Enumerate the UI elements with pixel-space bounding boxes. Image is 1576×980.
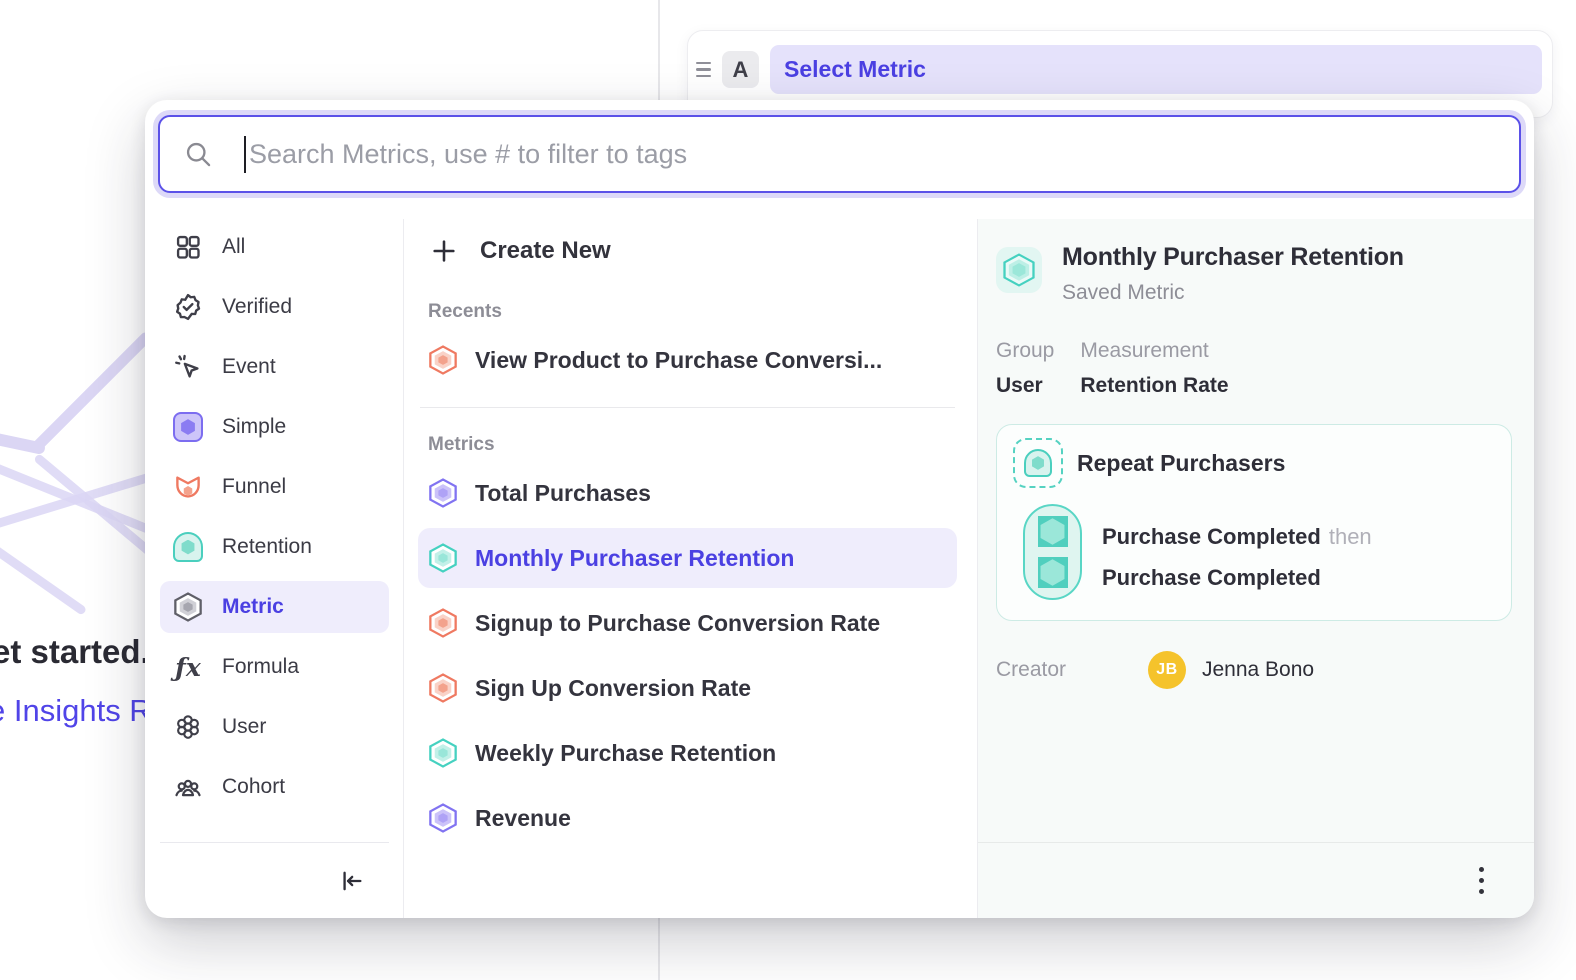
sidebar-item-label: Cohort xyxy=(222,775,285,799)
sidebar-item-label: Simple xyxy=(222,415,286,439)
coral-hexagon-icon xyxy=(428,673,458,703)
search-box[interactable] xyxy=(158,115,1521,193)
metric-block-badge: A xyxy=(722,51,759,88)
measurement-value: Retention Rate xyxy=(1080,374,1228,398)
create-new-label: Create New xyxy=(480,237,611,265)
definition-name: Repeat Purchasers xyxy=(1077,450,1285,477)
measurement-label: Measurement xyxy=(1080,339,1228,363)
creator-name: Jenna Bono xyxy=(1202,658,1314,682)
detail-subtitle: Saved Metric xyxy=(1062,281,1404,305)
metric-list-column: Create New Recents View Product to Purch… xyxy=(404,219,978,918)
sidebar-item-cohort[interactable]: Cohort xyxy=(160,765,389,809)
user-cluster-icon xyxy=(172,711,204,743)
sidebar-item-all[interactable]: All xyxy=(160,225,389,269)
coral-hexagon-icon xyxy=(428,608,458,638)
select-metric-pill[interactable]: Select Metric xyxy=(770,45,1542,94)
metric-item[interactable]: Sign Up Conversion Rate xyxy=(418,665,957,711)
kebab-menu-icon[interactable] xyxy=(1469,861,1494,900)
cohort-people-icon xyxy=(172,771,204,803)
filter-sidebar: All Verified Event xyxy=(145,219,404,918)
creator-label: Creator xyxy=(996,658,1148,682)
detail-title: Monthly Purchaser Retention xyxy=(1062,243,1404,272)
search-area xyxy=(145,100,1534,193)
metric-item-label: Sign Up Conversion Rate xyxy=(475,675,751,702)
sidebar-item-verified[interactable]: Verified xyxy=(160,285,389,329)
simple-metric-icon xyxy=(172,411,204,443)
event-sequence-capsule-icon xyxy=(1023,504,1082,600)
metric-item-label: Weekly Purchase Retention xyxy=(475,740,776,767)
sidebar-item-formula[interactable]: ƒx Formula xyxy=(160,645,389,689)
sidebar-item-funnel[interactable]: Funnel xyxy=(160,465,389,509)
metric-item-label: Revenue xyxy=(475,805,571,832)
search-icon xyxy=(184,140,212,168)
sidebar-item-label: Retention xyxy=(222,535,312,559)
recent-item-label: View Product to Purchase Conversi... xyxy=(475,347,882,374)
recents-section-header: Recents xyxy=(428,301,957,323)
retention-definition-icon xyxy=(1013,438,1063,488)
funnel-metric-icon xyxy=(172,471,204,503)
sidebar-item-label: User xyxy=(222,715,266,739)
formula-icon: ƒx xyxy=(172,651,204,683)
page-heading-fragment: et started. xyxy=(0,633,150,671)
sidebar-item-label: Event xyxy=(222,355,276,379)
purple-hexagon-icon xyxy=(428,478,458,508)
retention-metric-icon xyxy=(172,531,204,563)
list-divider xyxy=(420,407,955,408)
creator-row: Creator JB Jenna Bono xyxy=(996,651,1512,689)
teal-hexagon-icon xyxy=(428,738,458,768)
group-label: Group xyxy=(996,339,1054,363)
metric-picker-modal: All Verified Event xyxy=(145,100,1534,918)
then-connector: then xyxy=(1329,524,1372,549)
metric-item-label: Signup to Purchase Conversion Rate xyxy=(475,610,880,637)
metric-item[interactable]: Total Purchases xyxy=(418,470,957,516)
verified-badge-icon xyxy=(172,291,204,323)
event-cursor-icon xyxy=(172,351,204,383)
measurement-meta: Measurement Retention Rate xyxy=(1080,339,1228,398)
saved-metric-hexagon-icon xyxy=(996,247,1042,293)
search-input[interactable] xyxy=(246,139,1519,170)
metric-item[interactable]: Signup to Purchase Conversion Rate xyxy=(418,600,957,646)
sidebar-item-label: Verified xyxy=(222,295,292,319)
recent-item[interactable]: View Product to Purchase Conversi... xyxy=(418,337,957,383)
sidebar-item-user[interactable]: User xyxy=(160,705,389,749)
metric-item-selected[interactable]: Monthly Purchaser Retention xyxy=(418,528,957,588)
create-new-button[interactable]: Create New xyxy=(418,227,957,275)
collapse-left-icon[interactable] xyxy=(331,861,371,901)
sidebar-item-event[interactable]: Event xyxy=(160,345,389,389)
sidebar-footer xyxy=(160,842,389,918)
metric-detail-panel: Monthly Purchaser Retention Saved Metric… xyxy=(978,219,1534,918)
purple-hexagon-icon xyxy=(428,803,458,833)
definition-step-2: Purchase Completed xyxy=(1102,557,1372,598)
plus-icon xyxy=(428,235,460,267)
metric-hexagon-icon xyxy=(172,591,204,623)
metrics-section-header: Metrics xyxy=(428,434,957,456)
metric-item[interactable]: Revenue xyxy=(418,795,957,841)
definition-step-1: Purchase Completedthen xyxy=(1102,516,1372,557)
metric-item-label: Monthly Purchaser Retention xyxy=(475,545,794,572)
teal-hexagon-icon xyxy=(428,543,458,573)
sidebar-item-metric[interactable]: Metric xyxy=(160,581,389,633)
definition-card: Repeat Purchasers Purchase Completedthen… xyxy=(996,424,1512,621)
metric-item-label: Total Purchases xyxy=(475,480,651,507)
sidebar-item-label: Funnel xyxy=(222,475,286,499)
sidebar-item-simple[interactable]: Simple xyxy=(160,405,389,449)
sidebar-item-label: All xyxy=(222,235,245,259)
insights-report-link-fragment[interactable]: e Insights Re xyxy=(0,693,169,729)
group-value: User xyxy=(996,374,1054,398)
coral-hexagon-icon xyxy=(428,345,458,375)
sidebar-item-retention[interactable]: Retention xyxy=(160,525,389,569)
sidebar-item-label: Metric xyxy=(222,595,284,619)
group-meta: Group User xyxy=(996,339,1054,398)
detail-footer xyxy=(978,842,1534,918)
drag-handle-icon[interactable] xyxy=(696,58,711,81)
grid-icon xyxy=(172,231,204,263)
metric-item[interactable]: Weekly Purchase Retention xyxy=(418,730,957,776)
sidebar-item-label: Formula xyxy=(222,655,299,679)
creator-avatar: JB xyxy=(1148,651,1186,689)
